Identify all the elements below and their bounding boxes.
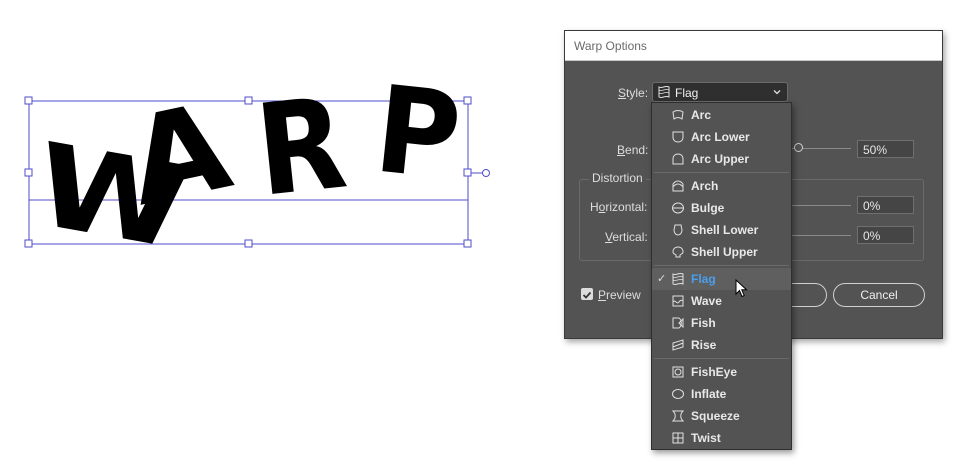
bulge-style-icon [672,202,684,214]
rise-style-icon [672,339,684,351]
handle-middle-left[interactable] [24,168,33,177]
cancel-button[interactable]: Cancel [833,283,925,307]
horizontal-value-field[interactable]: 0% [857,196,914,214]
dropdown-item-label: Squeeze [691,409,740,423]
dropdown-separator [654,265,789,266]
flag-style-icon [658,86,670,98]
inflate-style-icon [672,389,684,399]
arch-style-icon [672,180,684,192]
dropdown-item-label: Rise [691,338,717,352]
dialog-title: Warp Options [574,39,647,53]
dropdown-item-label: Shell Upper [691,245,758,259]
vertical-label: Vertical: [605,230,648,244]
handle-middle-right[interactable] [463,168,472,177]
handle-top-right[interactable] [463,96,472,105]
twist-style-icon [672,432,684,444]
dropdown-item-label: Fish [691,316,716,330]
dropdown-item-label: Shell Lower [691,223,759,237]
style-select-value: Flag [675,86,699,100]
shell-lower-style-icon [673,224,683,236]
dropdown-item-label: Arc Lower [691,130,750,144]
flag-style-icon [672,273,684,285]
handle-bottom-right[interactable] [463,239,472,248]
handle-bottom-left[interactable] [24,239,33,248]
dropdown-item-label: Inflate [691,387,727,401]
fish-style-icon [672,317,684,329]
dialog-titlebar[interactable]: Warp Options [565,31,942,61]
dropdown-item-squeeze[interactable]: Squeeze [652,405,791,427]
dropdown-item-label: FishEye [691,365,738,379]
style-dropdown-list[interactable]: Arc Arc Lower Arc Upper Arch Bulge Shell Lowe… [651,102,792,450]
chevron-down-icon [773,90,781,95]
dropdown-item-shell-upper[interactable]: Shell Upper [652,241,791,263]
arc-upper-style-icon [672,153,684,165]
distortion-group-label: Distortion [589,171,646,185]
bend-label: Bend: [617,143,649,157]
wave-style-icon [672,295,684,307]
dropdown-item-arc-upper[interactable]: Arc Upper [652,148,791,170]
arc-lower-style-icon [672,131,684,143]
dropdown-separator [654,358,789,359]
mouse-cursor-icon [735,279,748,298]
dropdown-item-arch[interactable]: Arch [652,175,791,197]
style-select[interactable]: Flag [652,82,788,102]
artboard[interactable]: WARP [0,0,540,471]
horizontal-label: Horizontal: [590,200,648,214]
handle-top-center[interactable] [244,96,253,105]
bend-slider-thumb[interactable] [794,143,803,152]
dropdown-separator [654,172,789,173]
vertical-value-field[interactable]: 0% [857,226,914,244]
dropdown-item-inflate[interactable]: Inflate [652,383,791,405]
preview-label[interactable]: Preview [598,288,641,302]
dropdown-item-flag[interactable]: ✓ Flag [652,268,791,290]
arc-style-icon [672,110,684,120]
shell-upper-style-icon [672,246,684,258]
dropdown-item-label: Twist [691,431,721,445]
dropdown-item-label: Arch [691,179,719,193]
selected-check-icon: ✓ [657,273,667,285]
preview-checkbox[interactable] [581,288,593,300]
warp-artwork[interactable]: WA R P [0,0,540,300]
handle-top-left[interactable] [24,96,33,105]
dropdown-item-twist[interactable]: Twist [652,427,791,449]
dropdown-item-label: Bulge [691,201,725,215]
dropdown-item-arc[interactable]: Arc [652,104,791,126]
dropdown-item-wave[interactable]: Wave [652,290,791,312]
bend-value-field[interactable]: 50% [857,140,914,158]
warped-letter: P [369,59,467,207]
rotate-handle[interactable] [482,169,490,177]
dropdown-item-fish[interactable]: Fish [652,312,791,334]
handle-bottom-center[interactable] [244,239,253,248]
dropdown-item-label: Arc Upper [691,152,750,166]
dropdown-item-arc-lower[interactable]: Arc Lower [652,126,791,148]
fisheye-style-icon [672,366,684,378]
dropdown-item-label: Wave [691,294,722,308]
dropdown-item-fisheye[interactable]: FishEye [652,361,791,383]
dropdown-item-label: Arc [691,108,712,122]
vertical-slider-track[interactable] [791,235,851,236]
style-label: Style: [618,86,649,100]
squeeze-style-icon [672,410,684,422]
checkmark-icon [582,291,592,299]
dropdown-item-shell-lower[interactable]: Shell Lower [652,219,791,241]
horizontal-slider-track[interactable] [791,205,851,206]
dropdown-item-bulge[interactable]: Bulge [652,197,791,219]
dropdown-item-label: Flag [691,272,716,286]
dropdown-item-rise[interactable]: Rise [652,334,791,356]
warped-letter: R [250,70,353,225]
